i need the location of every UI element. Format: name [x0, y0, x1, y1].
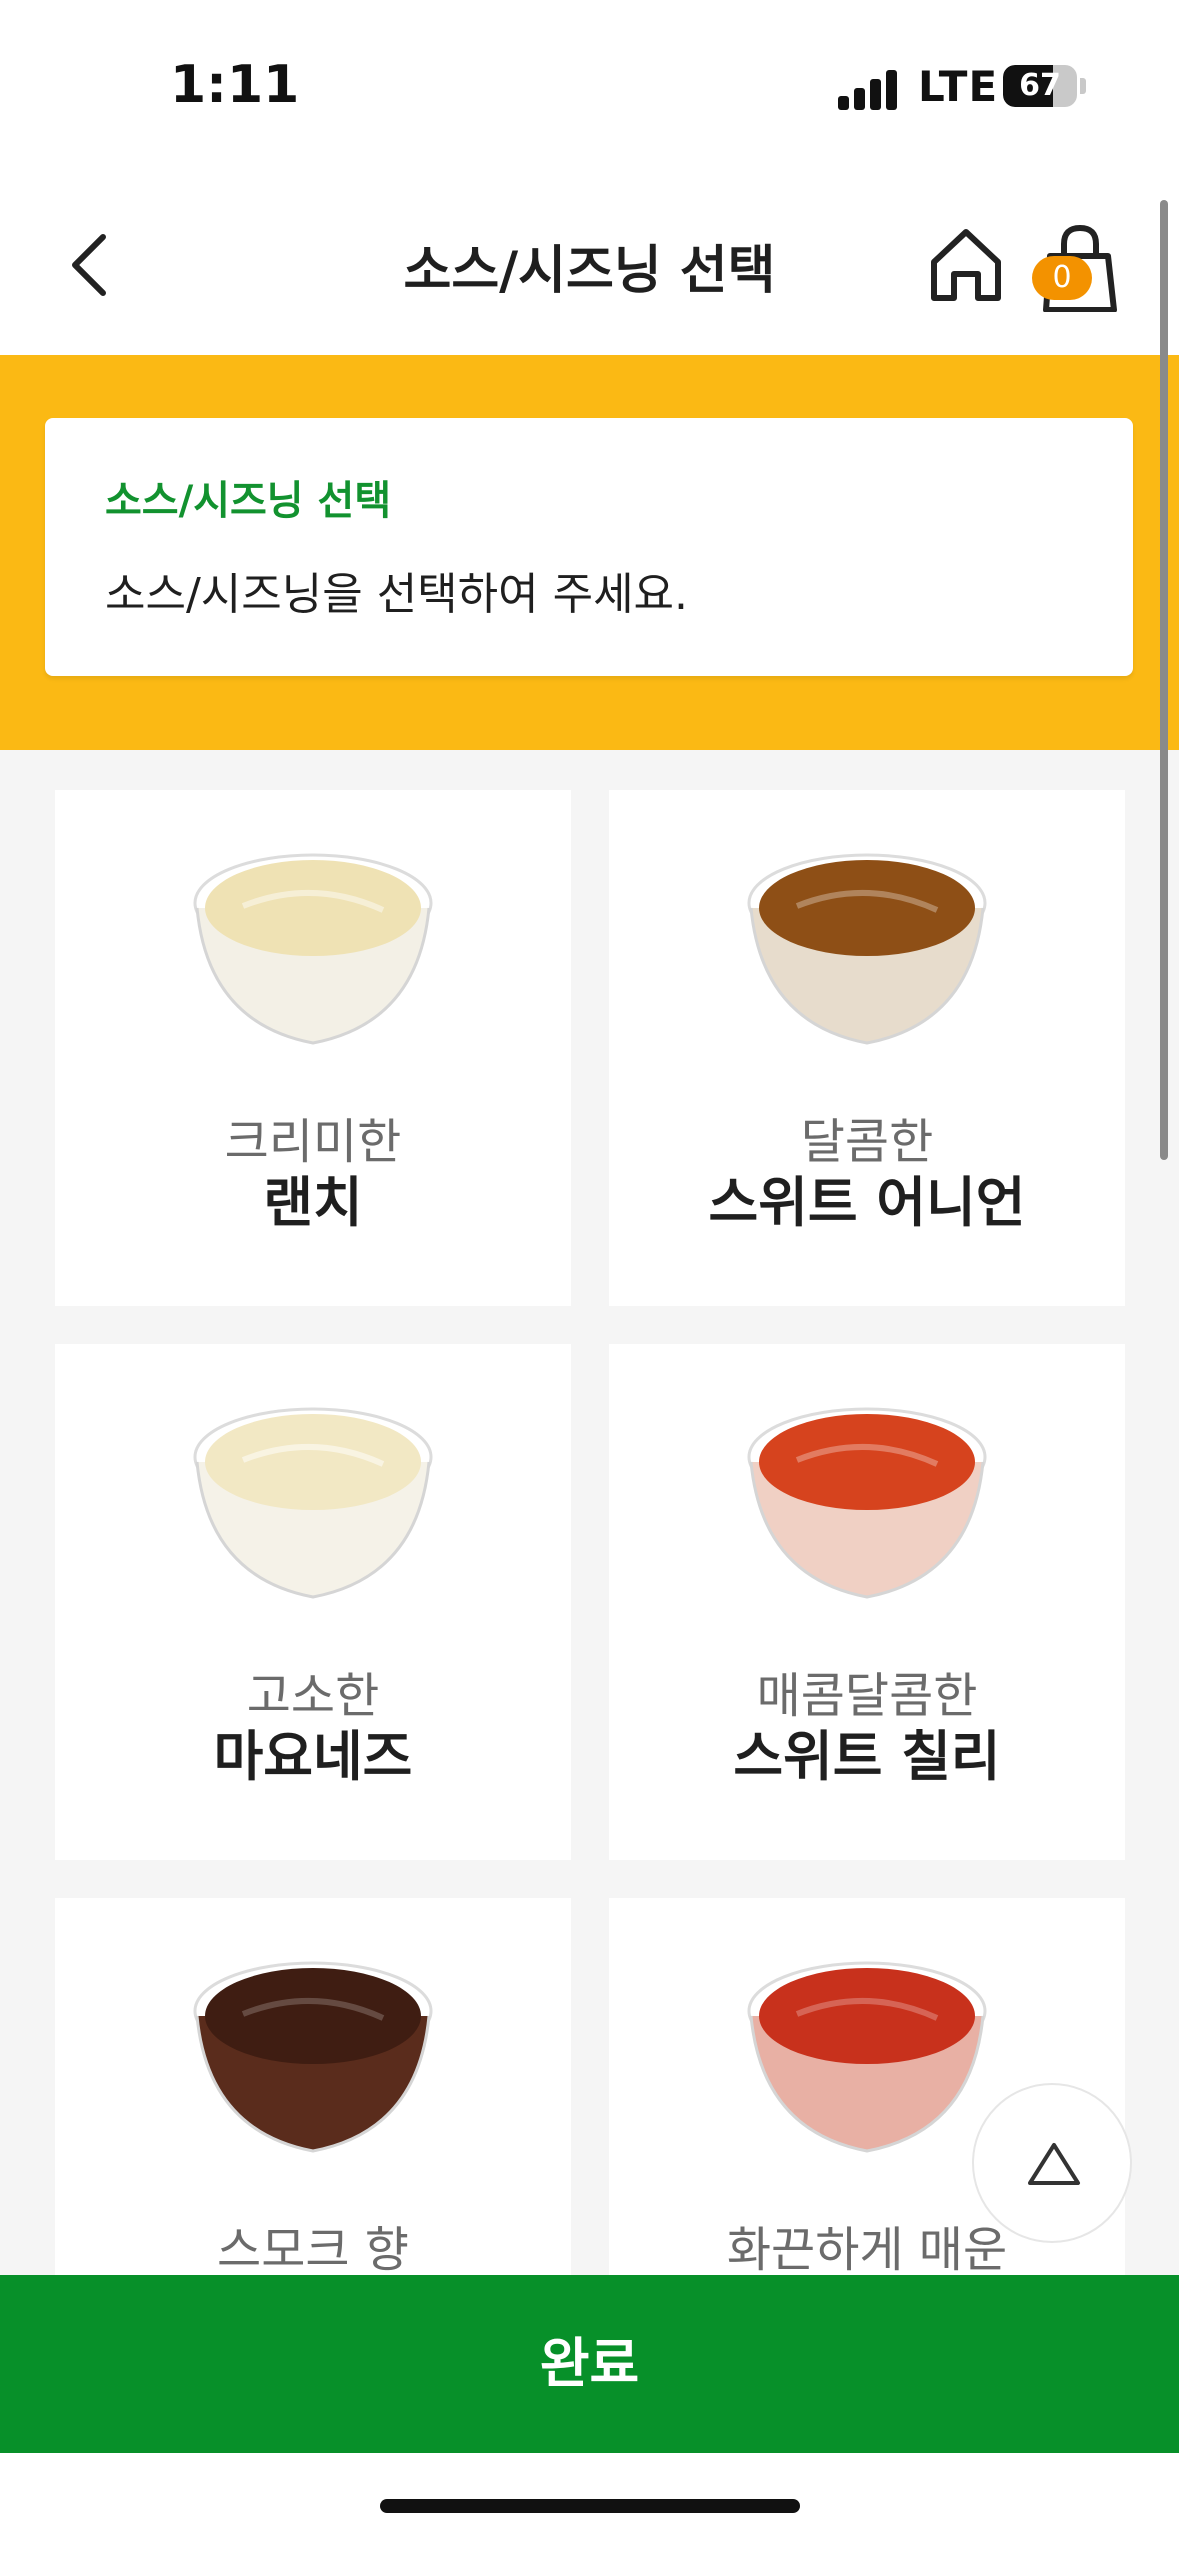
status-bar: 1:11 LTE 67 [0, 0, 1179, 180]
battery-tip [1080, 78, 1086, 94]
sauce-card-sweet-chili[interactable]: 매콤달콤한 스위트 칠리 [609, 1344, 1125, 1860]
sauce-fill [759, 1414, 975, 1510]
signal-icon [838, 68, 898, 110]
network-type: LTE [918, 62, 999, 111]
scroll-to-top-button[interactable] [972, 2083, 1132, 2243]
banner-card: 소스/시즈닝 선택 소스/시즈닝을 선택하여 주세요. [45, 418, 1133, 676]
sweet-chili-sauce-bowl-image [747, 1407, 987, 1599]
sauce-card-sweet-onion[interactable]: 달콤한 스위트 어니언 [609, 790, 1125, 1306]
home-icon [931, 229, 1001, 301]
sauce-fill [205, 860, 421, 956]
ranch-sauce-bowl-image [193, 853, 433, 1045]
banner-title: 소스/시즈닝 선택 [105, 478, 392, 524]
sauce-name: 스위트 칠리 [733, 1725, 1001, 1788]
status-time: 1:11 [170, 55, 300, 115]
battery-level: 67 [1019, 68, 1061, 103]
sauce-name: 스위트 어니언 [708, 1171, 1026, 1234]
home-button[interactable] [926, 224, 1006, 304]
sauce-name: 마요네즈 [213, 1725, 413, 1788]
sauce-card-ranch[interactable]: 크리미한 랜치 [55, 790, 571, 1306]
banner-description: 소스/시즈닝을 선택하여 주세요. [105, 569, 689, 620]
triangle-up-icon [1028, 2143, 1080, 2185]
sweet-onion-sauce-bowl-image [747, 853, 987, 1045]
mayonnaise-sauce-bowl-image [193, 1407, 433, 1599]
sauce-fill [205, 1968, 421, 2064]
smoke-sauce-bowl-image [193, 1961, 433, 2153]
info-banner: 소스/시즈닝 선택 소스/시즈닝을 선택하여 주세요. [0, 355, 1179, 750]
scrollbar[interactable] [1160, 200, 1168, 1160]
sauce-description: 스모크 향 [217, 2222, 409, 2278]
complete-button[interactable]: 완료 [0, 2275, 1179, 2453]
home-indicator[interactable] [380, 2499, 800, 2513]
sauce-fill [759, 1968, 975, 2064]
screen: 1:11 LTE 67 소스/시즈닝 선택 0 소스/시즈닝 선택 소스/시즈닝… [0, 0, 1179, 2556]
sauce-card-mayonnaise[interactable]: 고소한 마요네즈 [55, 1344, 571, 1860]
home-indicator-area [0, 2453, 1179, 2556]
hot-sauce-bowl-image [747, 1961, 987, 2153]
sauce-fill [759, 860, 975, 956]
sauce-name: 랜치 [263, 1171, 363, 1234]
top-nav: 소스/시즈닝 선택 0 [0, 180, 1179, 355]
cart-count-badge: 0 [1032, 256, 1092, 300]
battery-icon: 67 [1003, 65, 1077, 107]
sauce-fill [205, 1414, 421, 1510]
